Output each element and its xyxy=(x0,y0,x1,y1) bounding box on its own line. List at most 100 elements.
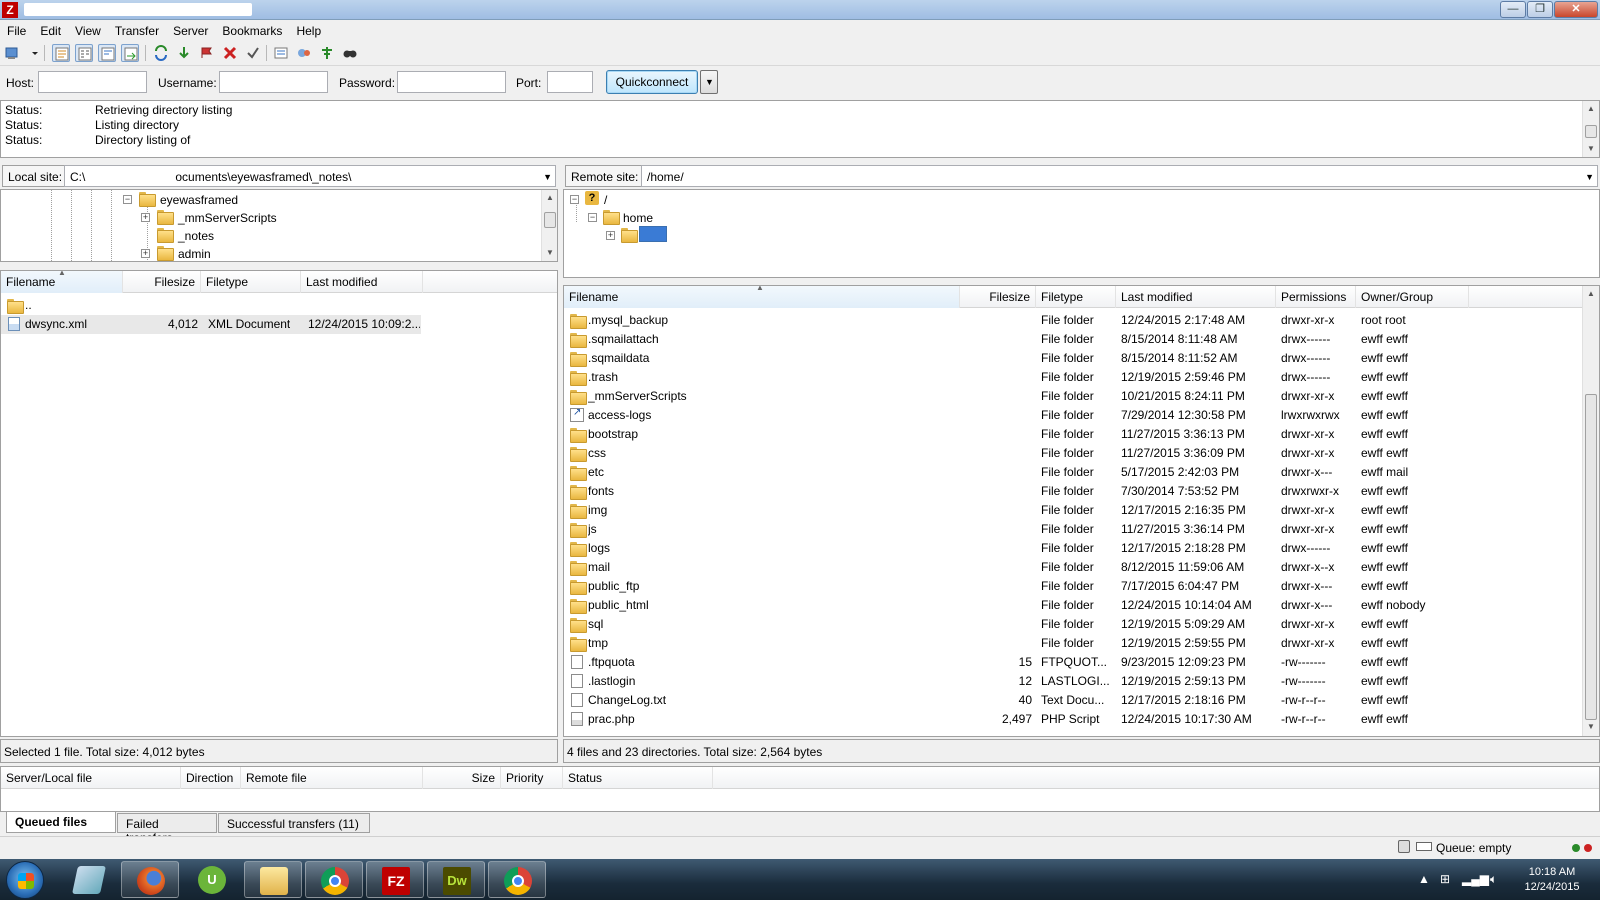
list-item[interactable]: prac.php 2,497 PHP Script 12/24/2015 10:17:… xyxy=(564,710,1579,729)
menu-view[interactable]: View xyxy=(68,21,108,38)
remote-file-list[interactable]: ▲ Filename Filesize Filetype Last modifie… xyxy=(563,285,1600,737)
column-size[interactable]: Size xyxy=(423,767,501,789)
list-item[interactable]: .sqmailattach File folder 8/15/2014 8:11:4… xyxy=(564,330,1579,349)
list-item[interactable]: .ftpquota 15 FTPQUOT... 9/23/2015 12:09:23 … xyxy=(564,653,1579,672)
reconnect-icon[interactable] xyxy=(244,44,262,62)
remote-list-scrollbar[interactable]: ▲ ▼ xyxy=(1582,286,1599,736)
directory-comparison-icon[interactable] xyxy=(318,44,336,62)
site-manager-icon[interactable] xyxy=(4,44,22,62)
selected-tree-node[interactable] xyxy=(639,226,667,242)
list-item[interactable]: js File folder 11/27/2015 3:36:14 PM drwxr-… xyxy=(564,520,1579,539)
transfer-queue[interactable]: Server/Local file Direction Remote file … xyxy=(0,766,1600,812)
column-filename[interactable]: ▲ Filename xyxy=(1,271,123,293)
list-item[interactable]: sql File folder 12/19/2015 5:09:29 AM drwxr… xyxy=(564,615,1579,634)
cancel-operation-icon[interactable] xyxy=(198,44,216,62)
menu-bookmarks[interactable]: Bookmarks xyxy=(215,21,289,38)
column-priority[interactable]: Priority xyxy=(501,767,563,789)
collapse-icon[interactable]: − xyxy=(123,195,132,204)
scroll-up-icon[interactable]: ▲ xyxy=(1583,101,1599,117)
taskbar-file-explorer[interactable] xyxy=(244,861,302,898)
log-scrollbar[interactable]: ▲ ▼ xyxy=(1582,101,1599,157)
column-direction[interactable]: Direction xyxy=(181,767,241,789)
port-input[interactable] xyxy=(547,71,593,93)
quickconnect-dropdown[interactable]: ▼ xyxy=(700,70,718,94)
taskbar-windows-explorer[interactable] xyxy=(60,861,118,898)
list-item[interactable]: tmp File folder 12/19/2015 2:59:55 PM drwxr… xyxy=(564,634,1579,653)
toggle-sync-browsing-icon[interactable] xyxy=(295,44,313,62)
disconnect-icon[interactable] xyxy=(221,44,239,62)
list-item[interactable]: _mmServerScripts File folder 10/21/2015 8:… xyxy=(564,387,1579,406)
scroll-thumb[interactable] xyxy=(1585,125,1597,138)
list-item[interactable]: public_ftp File folder 7/17/2015 6:04:47 P… xyxy=(564,577,1579,596)
column-remote-file[interactable]: Remote file xyxy=(241,767,423,789)
taskbar-filezilla[interactable]: FZ xyxy=(366,861,424,898)
list-item[interactable]: .mysql_backup File folder 12/24/2015 2:17:… xyxy=(564,311,1579,330)
list-item[interactable]: public_html File folder 12/24/2015 10:14:0… xyxy=(564,596,1579,615)
column-filesize[interactable]: Filesize xyxy=(960,286,1036,308)
volume-icon[interactable]: 🔈︎ xyxy=(1490,872,1497,887)
column-filename[interactable]: ▲ Filename xyxy=(564,286,960,308)
column-filesize[interactable]: Filesize xyxy=(123,271,201,293)
toggle-local-tree-icon[interactable] xyxy=(75,44,93,62)
username-input[interactable] xyxy=(219,71,328,93)
expand-icon[interactable]: + xyxy=(141,249,150,258)
tab-successful-transfers[interactable]: Successful transfers (11) xyxy=(218,813,370,833)
system-clock[interactable]: 10:18 AM 12/24/2015 xyxy=(1512,865,1592,895)
menu-transfer[interactable]: Transfer xyxy=(108,21,166,38)
network-icon[interactable]: ▂▄▆ xyxy=(1462,872,1489,886)
expand-icon[interactable]: + xyxy=(606,231,615,240)
list-item[interactable]: .sqmaildata File folder 8/15/2014 8:11:52 … xyxy=(564,349,1579,368)
local-file-list[interactable]: ▲ Filename Filesize Filetype Last modifie… xyxy=(0,270,558,737)
filezilla-app-icon[interactable]: Z xyxy=(2,2,18,18)
list-item[interactable]: .. xyxy=(1,296,557,315)
list-item[interactable]: bootstrap File folder 11/27/2015 3:36:13 P… xyxy=(564,425,1579,444)
column-last-modified[interactable]: Last modified xyxy=(301,271,423,293)
list-item[interactable]: .trash File folder 12/19/2015 2:59:46 PM dr… xyxy=(564,368,1579,387)
host-input[interactable] xyxy=(38,71,147,93)
local-site-path[interactable]: C:\ ocuments\eyewasframed\_notes\ ▼ xyxy=(64,165,556,187)
toggle-transfer-queue-icon[interactable] xyxy=(121,44,139,62)
quickconnect-button[interactable]: Quickconnect xyxy=(606,70,698,94)
local-directory-tree[interactable]: − eyewasframed + _mmServerScripts _notes… xyxy=(0,189,558,262)
collapse-icon[interactable]: − xyxy=(588,213,597,222)
search-remote-files-icon[interactable] xyxy=(341,44,359,62)
column-owner-group[interactable]: Owner/Group xyxy=(1356,286,1469,308)
scroll-thumb[interactable] xyxy=(544,212,556,228)
list-item[interactable]: logs File folder 12/17/2015 2:18:28 PM drwx… xyxy=(564,539,1579,558)
scroll-up-icon[interactable]: ▲ xyxy=(1583,286,1599,302)
list-item[interactable]: .lastlogin 12 LASTLOGI... 12/19/2015 2:59:1… xyxy=(564,672,1579,691)
local-tree-scrollbar[interactable]: ▲ ▼ xyxy=(541,190,557,261)
taskbar-chrome[interactable] xyxy=(305,861,363,898)
toggle-message-log-icon[interactable] xyxy=(52,44,70,62)
column-server-local-file[interactable]: Server/Local file xyxy=(1,767,181,789)
show-hidden-icons-icon[interactable]: ▲ xyxy=(1418,872,1430,886)
list-item[interactable]: mail File folder 8/12/2015 11:59:06 AM drwx… xyxy=(564,558,1579,577)
tab-failed-transfers[interactable]: Failed transfers xyxy=(117,813,217,845)
column-last-modified[interactable]: Last modified xyxy=(1116,286,1276,308)
menu-server[interactable]: Server xyxy=(166,21,215,38)
tab-queued-files[interactable]: Queued files xyxy=(6,812,116,833)
windows-flag-icon[interactable]: ⊞ xyxy=(1440,872,1450,886)
scroll-thumb[interactable] xyxy=(1585,394,1597,720)
list-item[interactable]: fonts File folder 7/30/2014 7:53:52 PM drwx… xyxy=(564,482,1579,501)
collapse-icon[interactable]: − xyxy=(570,195,579,204)
column-permissions[interactable]: Permissions xyxy=(1276,286,1356,308)
directory-listing-filters-icon[interactable] xyxy=(272,44,290,62)
column-filetype[interactable]: Filetype xyxy=(1036,286,1116,308)
chevron-down-icon[interactable]: ▼ xyxy=(1585,172,1594,182)
menu-file[interactable]: File xyxy=(0,21,33,38)
expand-icon[interactable]: + xyxy=(141,213,150,222)
process-queue-icon[interactable] xyxy=(175,44,193,62)
toggle-remote-tree-icon[interactable] xyxy=(98,44,116,62)
close-button[interactable]: ✕ xyxy=(1554,1,1598,18)
taskbar-utorrent[interactable]: U xyxy=(183,861,241,898)
scroll-down-icon[interactable]: ▼ xyxy=(1583,141,1599,157)
scroll-down-icon[interactable]: ▼ xyxy=(542,245,557,261)
remote-site-path[interactable]: /home/ ▼ xyxy=(641,165,1598,187)
taskbar-chrome-2[interactable] xyxy=(488,861,546,898)
password-input[interactable] xyxy=(397,71,506,93)
list-item[interactable]: img File folder 12/17/2015 2:16:35 PM drwxr… xyxy=(564,501,1579,520)
scroll-up-icon[interactable]: ▲ xyxy=(542,190,557,206)
list-item[interactable]: dwsync.xml 4,012 XML Document 12/24/2015… xyxy=(1,315,421,334)
taskbar-dreamweaver[interactable]: Dw xyxy=(427,861,485,898)
